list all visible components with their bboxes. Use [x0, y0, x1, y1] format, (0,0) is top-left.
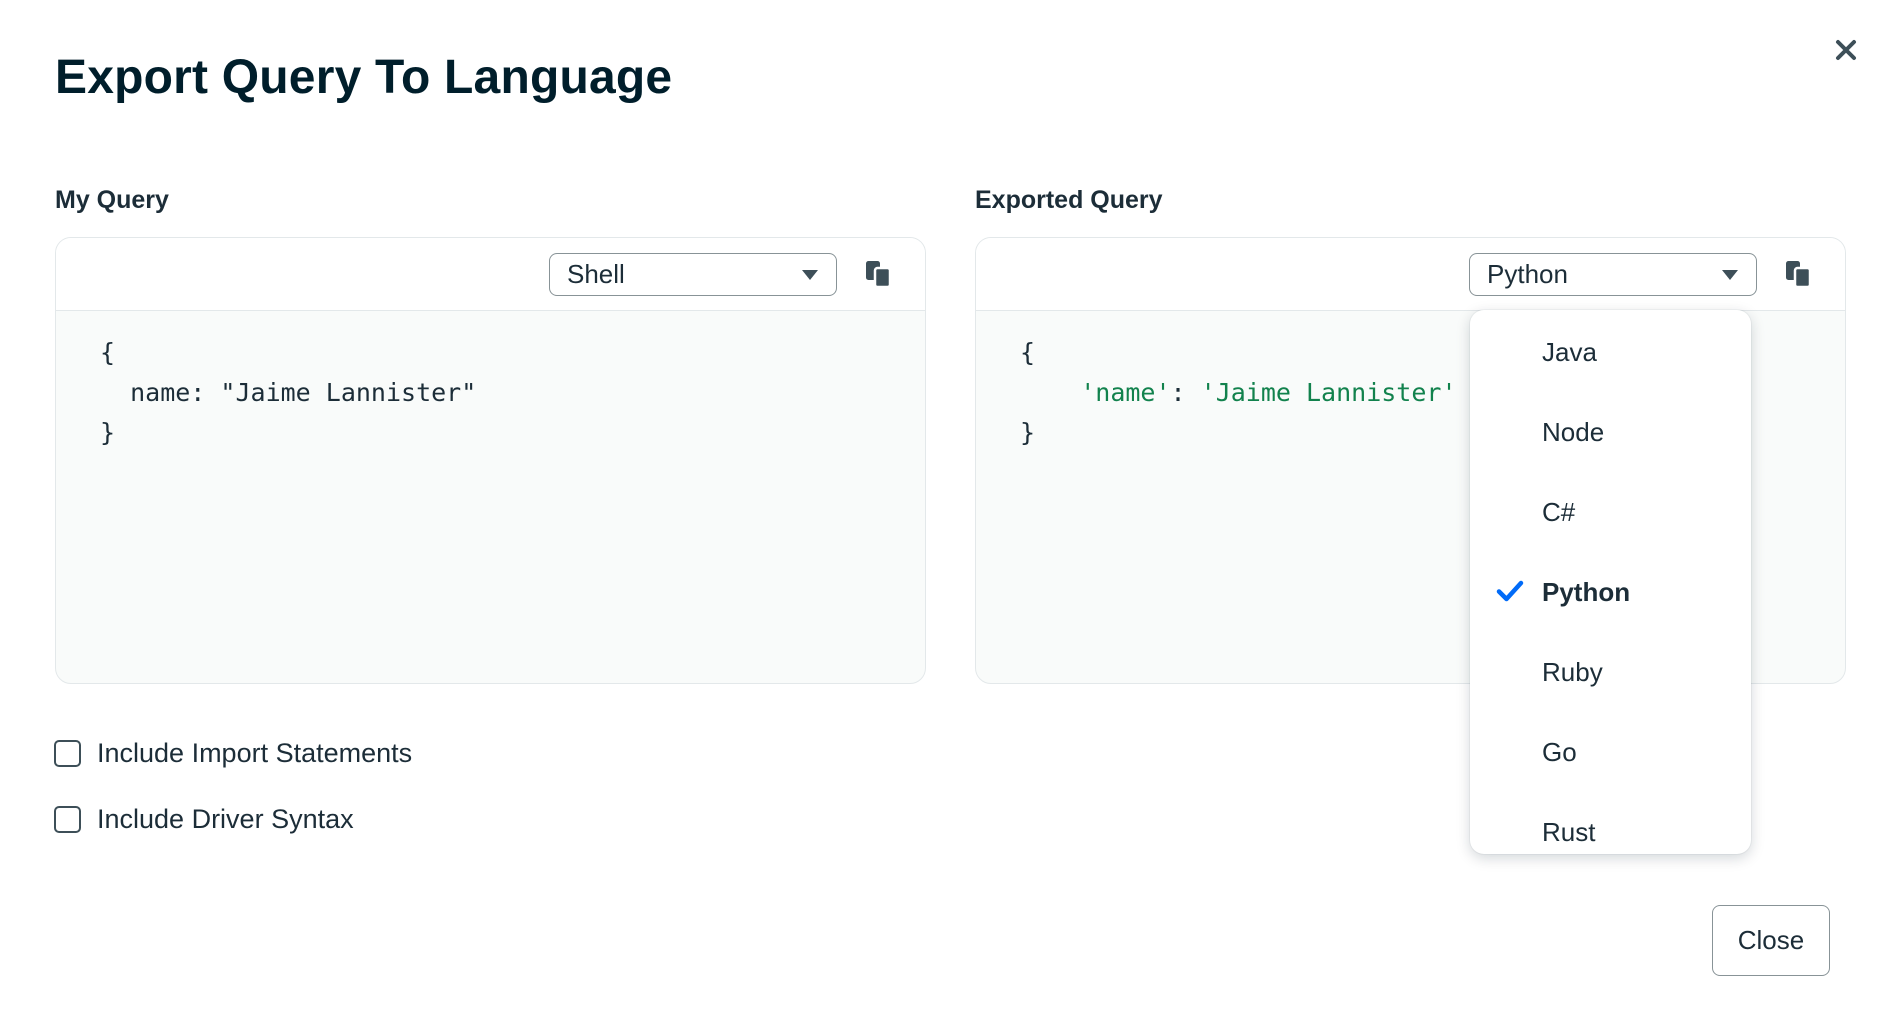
exported-query-toolbar: Python	[976, 238, 1845, 311]
chevron-down-icon	[802, 270, 818, 280]
close-icon[interactable]	[1826, 30, 1866, 70]
code-line: }	[1020, 418, 1036, 447]
close-button[interactable]: Close	[1712, 905, 1830, 976]
option-label: Python	[1542, 576, 1631, 607]
option-label: Ruby	[1542, 656, 1603, 687]
check-icon	[1496, 580, 1524, 602]
code-line: {	[1020, 338, 1036, 367]
include-imports-checkbox[interactable]	[54, 740, 81, 767]
include-imports-label: Include Import Statements	[97, 738, 413, 768]
include-driver-label: Include Driver Syntax	[97, 804, 354, 834]
code-key: 'name'	[1080, 378, 1171, 407]
my-query-language-select[interactable]: Shell	[549, 253, 837, 296]
code-value: 'Jaime Lannister'	[1200, 378, 1457, 407]
language-option-ruby[interactable]: Ruby	[1470, 632, 1751, 712]
exported-query-label: Exported Query	[975, 186, 1163, 214]
my-query-panel: Shell { name: "Jaime Lannister"}	[55, 237, 926, 684]
my-query-toolbar: Shell	[56, 238, 925, 311]
option-label: C#	[1542, 496, 1576, 527]
my-query-label: My Query	[55, 186, 169, 214]
language-option-python[interactable]: Python	[1470, 552, 1751, 632]
my-query-language-value: Shell	[567, 259, 625, 289]
exported-query-language-select[interactable]: Python	[1469, 253, 1757, 296]
language-dropdown-menu: Java Node C# Python Ruby Go Rust	[1470, 310, 1751, 854]
copy-exported-query-button[interactable]	[1782, 257, 1816, 291]
option-label: Rust	[1542, 816, 1596, 847]
copy-my-query-button[interactable]	[862, 257, 896, 291]
language-option-go[interactable]: Go	[1470, 712, 1751, 792]
copy-icon	[866, 261, 892, 289]
chevron-down-icon	[1722, 270, 1738, 280]
copy-icon	[1786, 261, 1812, 289]
my-query-code[interactable]: { name: "Jaime Lannister"}	[100, 333, 476, 453]
include-driver-checkbox[interactable]	[54, 806, 81, 833]
code-line: }	[100, 418, 116, 447]
export-query-dialog: Export Query To Language My Query Shell …	[0, 0, 1904, 1030]
code-line: 'name': 'Jaime Lannister'	[1020, 373, 1457, 413]
exported-query-language-value: Python	[1487, 259, 1568, 289]
exported-query-code[interactable]: { 'name': 'Jaime Lannister'}	[1020, 333, 1457, 453]
dialog-title: Export Query To Language	[55, 51, 673, 104]
language-option-rust[interactable]: Rust	[1470, 792, 1751, 872]
code-line: {	[100, 338, 116, 367]
code-separator: :	[1170, 378, 1201, 407]
include-imports-option[interactable]: Include Import Statements	[54, 738, 412, 769]
language-option-csharp[interactable]: C#	[1470, 472, 1751, 552]
language-option-java[interactable]: Java	[1470, 312, 1751, 392]
option-label: Go	[1542, 736, 1577, 767]
language-option-node[interactable]: Node	[1470, 392, 1751, 472]
include-driver-option[interactable]: Include Driver Syntax	[54, 804, 354, 835]
code-line: name: "Jaime Lannister"	[100, 378, 477, 407]
option-label: Java	[1542, 336, 1597, 367]
option-label: Node	[1542, 416, 1605, 447]
